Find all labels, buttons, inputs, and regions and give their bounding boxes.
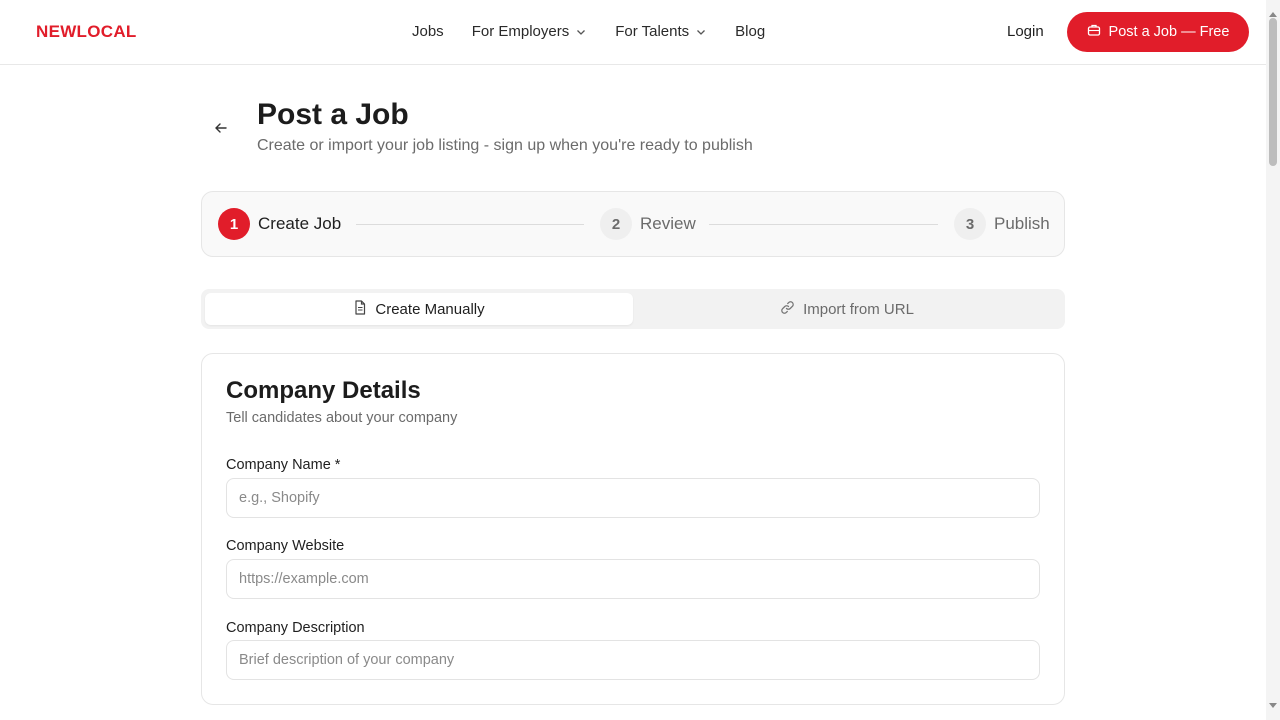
- document-icon: [353, 299, 367, 319]
- nav-item-for-talents[interactable]: For Talents: [615, 23, 707, 40]
- briefcase-icon: [1087, 23, 1101, 41]
- company-name-label: Company Name *: [226, 457, 341, 473]
- nav-item-label: Blog: [735, 23, 766, 40]
- step-label: Publish: [994, 214, 1050, 233]
- step-number: 1: [218, 208, 250, 240]
- company-description-input[interactable]: [226, 640, 1040, 680]
- page-subtitle: Create or import your job listing - sign…: [257, 137, 753, 154]
- company-description-label: Company Description: [226, 620, 365, 636]
- login-link[interactable]: Login: [1007, 23, 1044, 40]
- step-label: Review: [640, 214, 696, 233]
- tab-create-manually[interactable]: Create Manually: [205, 293, 633, 325]
- chevron-down-icon: [695, 26, 707, 38]
- section-title: Company Details: [226, 377, 421, 404]
- nav-item-label: For Talents: [615, 23, 690, 40]
- company-details-card: Company Details Tell candidates about yo…: [201, 353, 1065, 705]
- section-subtitle: Tell candidates about your company: [226, 410, 458, 426]
- nav-item-label: For Employers: [471, 23, 570, 40]
- tab-label: Import from URL: [803, 300, 914, 318]
- link-icon: [780, 300, 795, 319]
- step-label: Create Job: [258, 214, 342, 233]
- site-header: NEWLOCAL Jobs For Employers For Talents …: [0, 0, 1266, 65]
- step-publish: 3 Publish: [954, 208, 1050, 240]
- step-create-job: 1 Create Job: [218, 208, 341, 240]
- post-job-label: Post a Job — Free: [1108, 24, 1230, 40]
- nav-item-blog[interactable]: Blog: [735, 23, 765, 40]
- step-review: 2 Review: [600, 208, 696, 240]
- nav-item-jobs[interactable]: Jobs: [412, 23, 444, 40]
- nav-item-label: Jobs: [412, 23, 444, 40]
- brand-logo[interactable]: NEWLOCAL: [36, 22, 137, 42]
- scrollbar-thumb[interactable]: [1269, 18, 1277, 166]
- mode-tabs: Create Manually Import from URL: [201, 289, 1065, 329]
- chevron-down-icon: [575, 26, 587, 38]
- back-arrow-icon[interactable]: [212, 119, 230, 137]
- main-nav: Jobs For Employers For Talents Blog: [412, 23, 793, 40]
- company-website-label: Company Website: [226, 538, 345, 554]
- step-connector: [709, 224, 938, 225]
- progress-stepper: 1 Create Job 2 Review 3 Publish: [201, 191, 1065, 257]
- page-title: Post a Job: [257, 98, 409, 131]
- tab-label: Create Manually: [375, 300, 485, 318]
- nav-item-for-employers[interactable]: For Employers: [472, 23, 588, 40]
- company-name-input[interactable]: [226, 478, 1040, 518]
- step-number: 3: [954, 208, 986, 240]
- company-website-input[interactable]: [226, 559, 1040, 599]
- step-number: 2: [600, 208, 632, 240]
- tab-import-from-url[interactable]: Import from URL: [633, 293, 1061, 325]
- scroll-down-arrow-icon[interactable]: [1269, 696, 1277, 714]
- step-connector: [356, 224, 584, 225]
- page-scrollbar[interactable]: [1266, 0, 1280, 720]
- post-job-button[interactable]: Post a Job — Free: [1067, 12, 1249, 52]
